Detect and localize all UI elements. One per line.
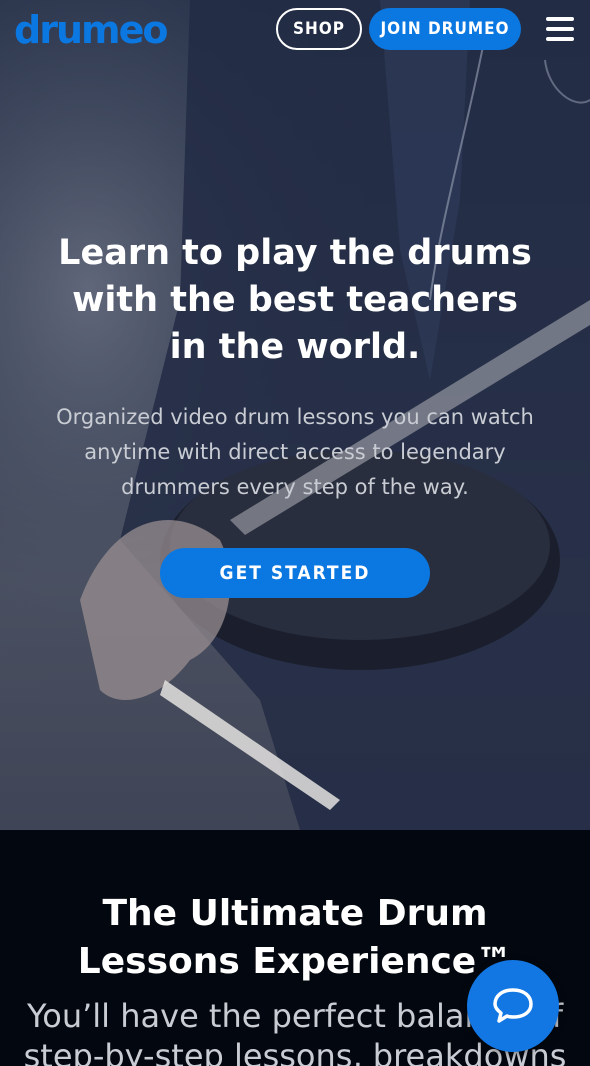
hero-subtitle-line: anytime with direct access to legendary [84,440,506,464]
hero-section: drumeo SHOP JOIN DRUMEO Learn to play th… [0,0,590,830]
section-title-line: The Ultimate Drum [102,893,488,934]
hero-title-line: with the best teachers [72,280,518,320]
hero-title: Learn to play the drums with the best te… [20,230,570,371]
hero-title-line: in the world. [169,327,421,367]
shop-button[interactable]: SHOP [276,8,362,50]
hero-subtitle-line: drummers every step of the way. [121,475,469,499]
drumeo-logo[interactable]: drumeo [14,8,168,52]
chat-bubble-icon [493,988,533,1023]
chat-button[interactable] [467,960,559,1052]
join-drumeo-button[interactable]: JOIN DRUMEO [369,8,521,50]
hamburger-menu-icon[interactable] [546,17,574,41]
hero-subtitle: Organized video drum lessons you can wat… [30,400,560,505]
get-started-button[interactable]: GET STARTED [160,548,430,598]
hero-title-line: Learn to play the drums [58,233,532,273]
hero-subtitle-line: Organized video drum lessons you can wat… [56,405,534,429]
